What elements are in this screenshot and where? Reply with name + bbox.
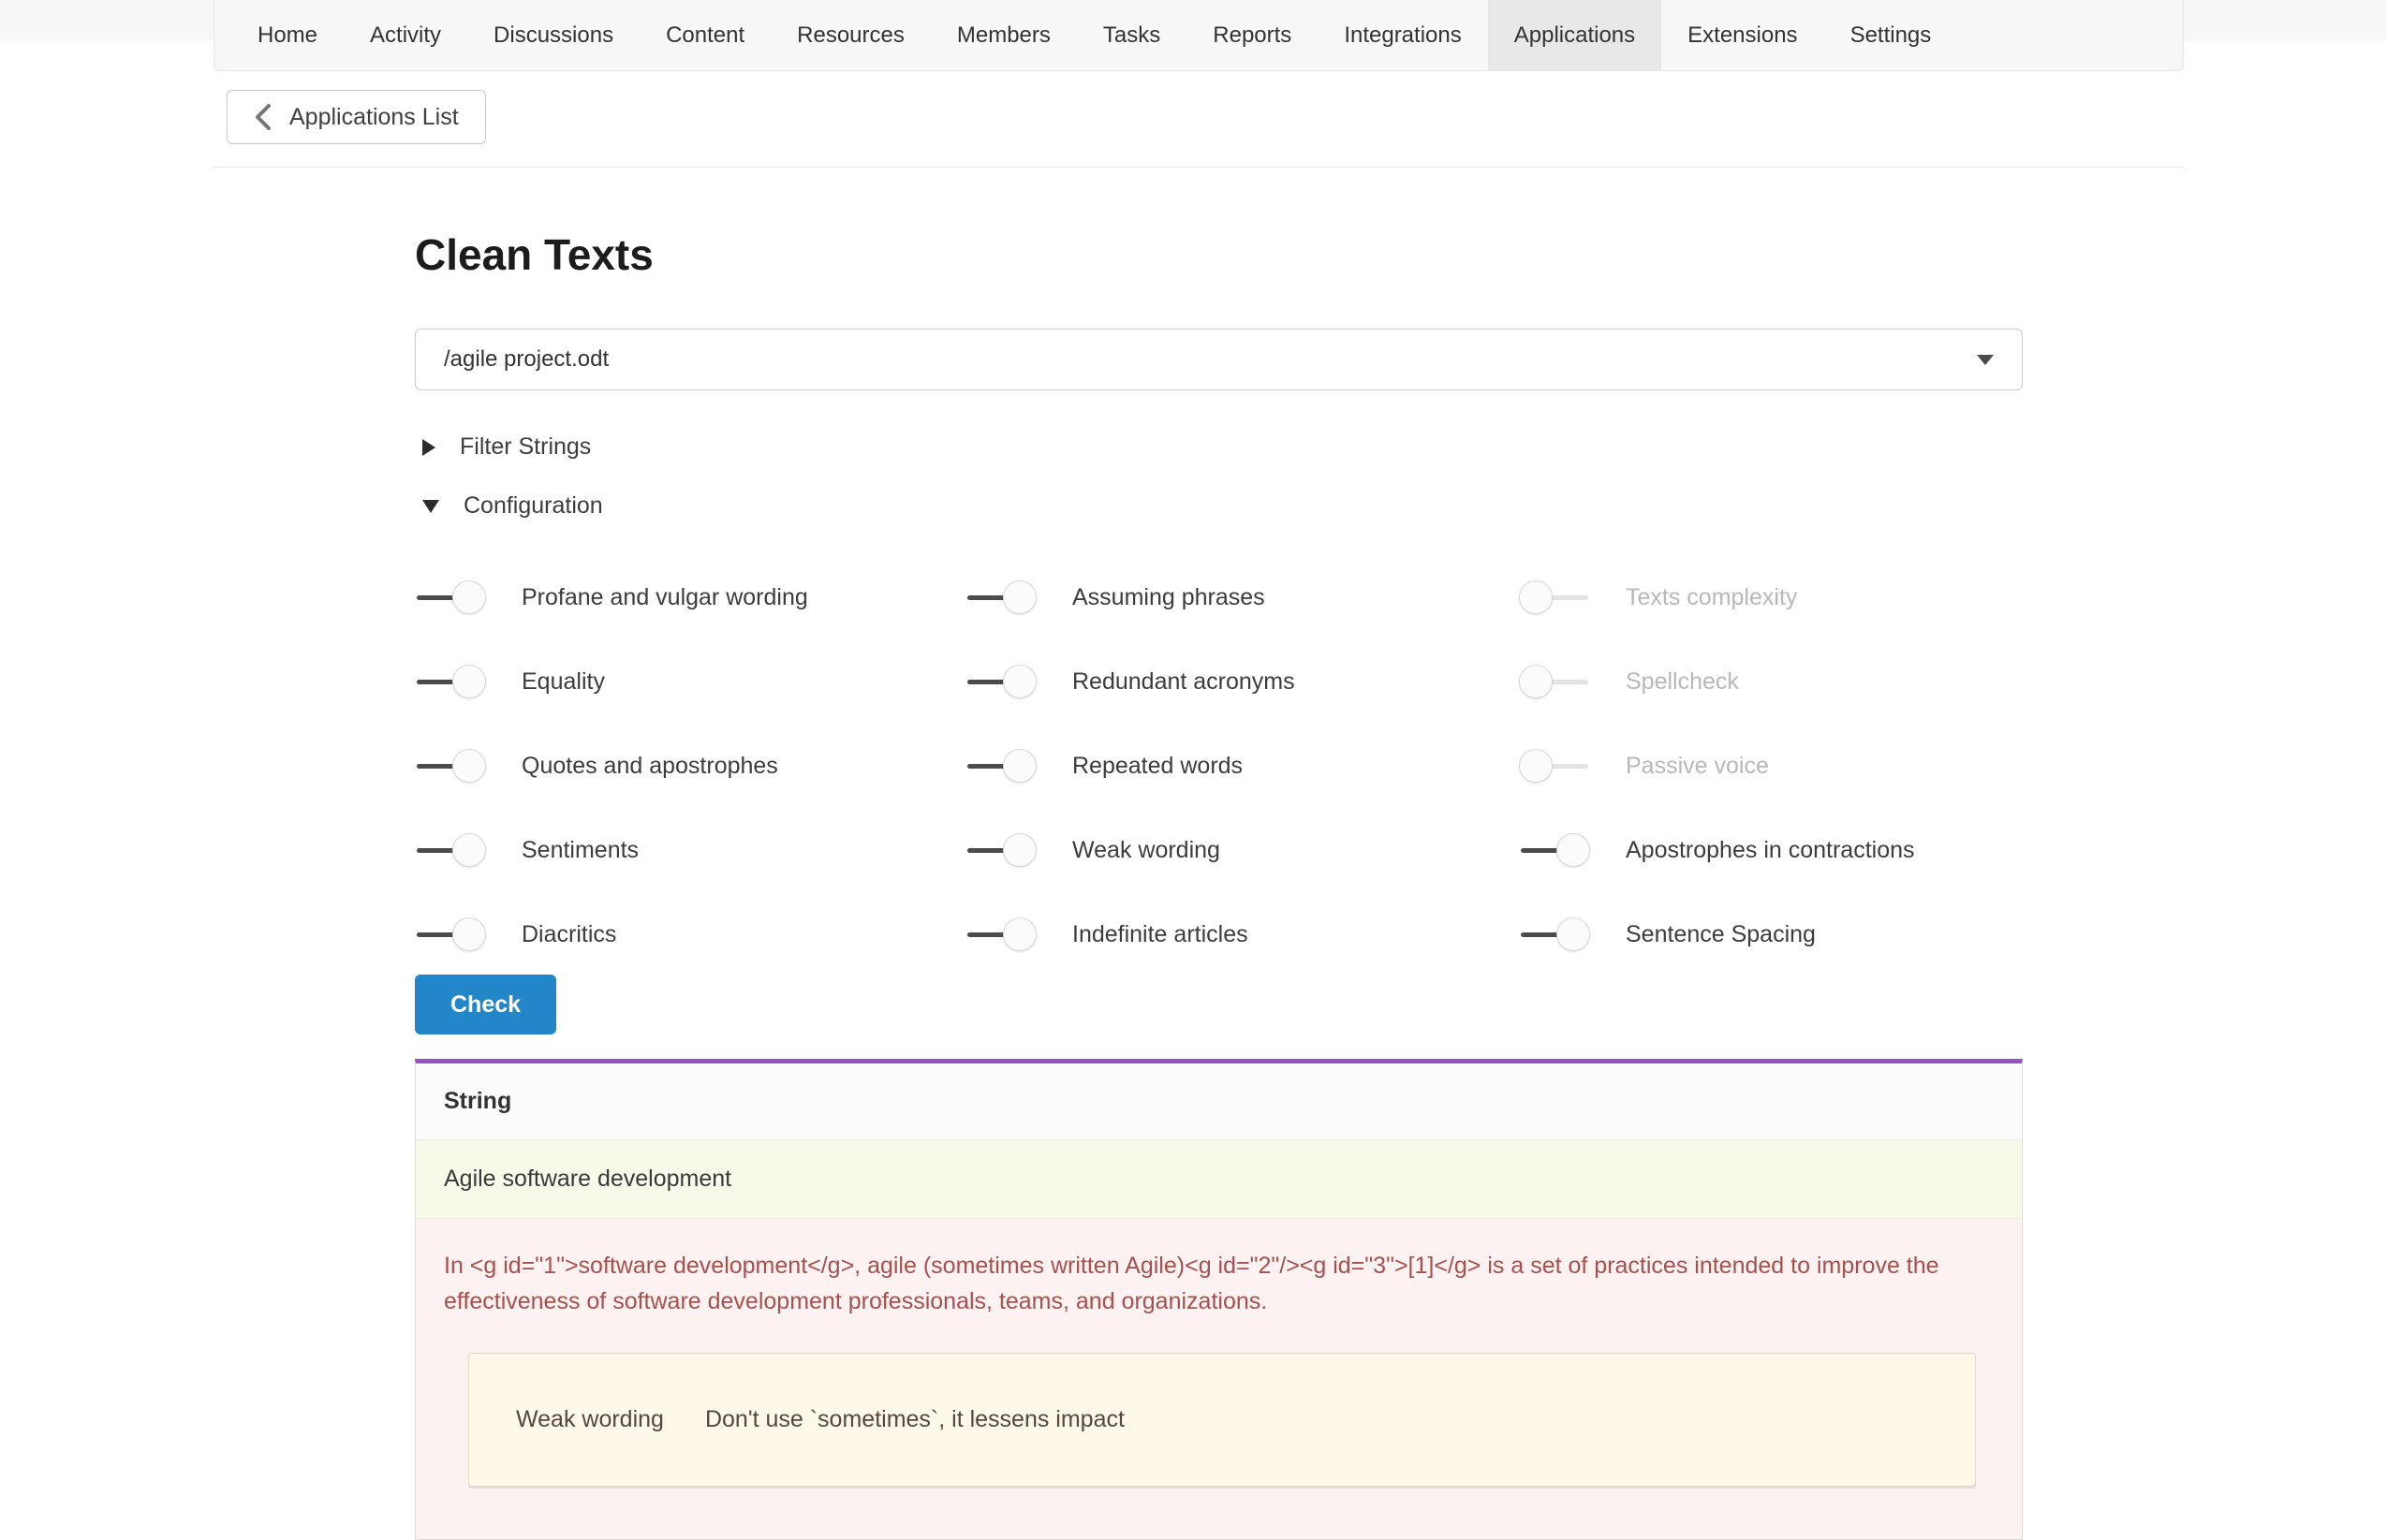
toggle-switch-sentiments[interactable] bbox=[415, 832, 486, 868]
check-button[interactable]: Check bbox=[415, 975, 556, 1034]
toggle-item-repeated-words: Repeated words bbox=[965, 748, 1519, 784]
toggle-label: Diacritics bbox=[522, 921, 616, 948]
toggle-item-assuming-phrases: Assuming phrases bbox=[965, 579, 1519, 615]
toggle-switch-equality[interactable] bbox=[415, 664, 486, 699]
nav-tab-members[interactable]: Members bbox=[931, 0, 1077, 70]
file-select[interactable]: /agile project.odt bbox=[415, 329, 2023, 390]
toggle-switch-spellcheck[interactable] bbox=[1519, 664, 1590, 699]
triangle-down-icon bbox=[422, 500, 439, 513]
toggle-switch-passive-voice[interactable] bbox=[1519, 748, 1590, 784]
toggle-item-sentence-spacing: Sentence Spacing bbox=[1519, 917, 2023, 952]
toggle-switch-profane-and-vulgar-wording[interactable] bbox=[415, 579, 486, 615]
toggle-switch-assuming-phrases[interactable] bbox=[965, 579, 1037, 615]
nav-tab-home[interactable]: Home bbox=[231, 0, 344, 70]
nav-tab-applications[interactable]: Applications bbox=[1488, 0, 1661, 70]
toggle-item-texts-complexity: Texts complexity bbox=[1519, 579, 2023, 615]
switch-knob bbox=[1519, 665, 1553, 698]
file-select-value: /agile project.odt bbox=[444, 346, 609, 373]
toggle-switch-quotes-and-apostrophes[interactable] bbox=[415, 748, 486, 784]
results-header: String bbox=[416, 1063, 2022, 1140]
content-area: Clean Texts /agile project.odt Filter St… bbox=[214, 168, 2023, 1540]
toggle-item-indefinite-articles: Indefinite articles bbox=[965, 917, 1519, 952]
toggle-label: Quotes and apostrophes bbox=[522, 753, 778, 780]
nav-tab-extensions[interactable]: Extensions bbox=[1661, 0, 1823, 70]
configuration-section-toggle[interactable]: Configuration bbox=[422, 492, 2023, 520]
back-button-label: Applications List bbox=[289, 104, 459, 131]
nav-tab-content[interactable]: Content bbox=[640, 0, 771, 70]
warning-type: Weak wording bbox=[516, 1406, 664, 1433]
switch-knob bbox=[1003, 833, 1037, 867]
toggle-label: Passive voice bbox=[1626, 753, 1769, 780]
toggle-switch-indefinite-articles[interactable] bbox=[965, 917, 1037, 952]
nav-tab-reports[interactable]: Reports bbox=[1186, 0, 1318, 70]
toggle-label: Profane and vulgar wording bbox=[522, 584, 808, 611]
toggle-item-spellcheck: Spellcheck bbox=[1519, 664, 2023, 699]
toggle-item-quotes-and-apostrophes: Quotes and apostrophes bbox=[415, 748, 965, 784]
nav-tab-integrations[interactable]: Integrations bbox=[1318, 0, 1487, 70]
toggle-item-profane-and-vulgar-wording: Profane and vulgar wording bbox=[415, 579, 965, 615]
warning-text: Don't use `sometimes`, it lessens impact bbox=[705, 1406, 1125, 1433]
switch-knob bbox=[1003, 580, 1037, 614]
triangle-right-icon bbox=[422, 439, 435, 456]
switch-knob bbox=[452, 580, 486, 614]
switch-knob bbox=[1519, 580, 1553, 614]
toggle-label: Redundant acronyms bbox=[1072, 668, 1295, 696]
toggle-label: Equality bbox=[522, 668, 605, 696]
toggle-switch-diacritics[interactable] bbox=[415, 917, 486, 952]
message-section: In <g id="1">software development</g>, a… bbox=[416, 1219, 2022, 1539]
toggle-item-sentiments: Sentiments bbox=[415, 832, 965, 868]
toggle-switch-repeated-words[interactable] bbox=[965, 748, 1037, 784]
switch-knob bbox=[1556, 917, 1590, 951]
nav-tab-resources[interactable]: Resources bbox=[771, 0, 931, 70]
toggle-item-weak-wording: Weak wording bbox=[965, 832, 1519, 868]
switch-knob bbox=[1003, 917, 1037, 951]
toggle-label: Repeated words bbox=[1072, 753, 1243, 780]
caret-down-icon bbox=[1977, 355, 1994, 365]
nav-tab-tasks[interactable]: Tasks bbox=[1077, 0, 1186, 70]
toggle-item-apostrophes-in-contractions: Apostrophes in contractions bbox=[1519, 832, 2023, 868]
page-title: Clean Texts bbox=[415, 229, 2023, 280]
toggle-switch-weak-wording[interactable] bbox=[965, 832, 1037, 868]
nav-tab-settings[interactable]: Settings bbox=[1824, 0, 1958, 70]
string-message-text: In <g id="1">software development</g>, a… bbox=[444, 1249, 1970, 1319]
switch-knob bbox=[452, 665, 486, 698]
filter-strings-section-toggle[interactable]: Filter Strings bbox=[422, 433, 2023, 461]
toggle-switch-apostrophes-in-contractions[interactable] bbox=[1519, 832, 1590, 868]
switch-knob bbox=[1003, 665, 1037, 698]
chevron-left-icon bbox=[254, 103, 273, 131]
toggle-label: Assuming phrases bbox=[1072, 584, 1265, 611]
configuration-label: Configuration bbox=[464, 492, 603, 520]
toggle-item-equality: Equality bbox=[415, 664, 965, 699]
warning-box: Weak wording Don't use `sometimes`, it l… bbox=[468, 1353, 1976, 1487]
toggle-item-passive-voice: Passive voice bbox=[1519, 748, 2023, 784]
switch-knob bbox=[1003, 749, 1037, 783]
toggle-switch-texts-complexity[interactable] bbox=[1519, 579, 1590, 615]
toggle-item-diacritics: Diacritics bbox=[415, 917, 965, 952]
toggle-label: Indefinite articles bbox=[1072, 921, 1248, 948]
switch-knob bbox=[452, 833, 486, 867]
switch-knob bbox=[452, 917, 486, 951]
main-container: HomeActivityDiscussionsContentResourcesM… bbox=[214, 0, 2184, 1540]
toggle-label: Sentiments bbox=[522, 837, 639, 864]
toggle-grid: Profane and vulgar wording Assuming phras… bbox=[415, 579, 2023, 952]
toggle-label: Weak wording bbox=[1072, 837, 1220, 864]
nav-tab-discussions[interactable]: Discussions bbox=[467, 0, 640, 70]
switch-knob bbox=[1556, 833, 1590, 867]
results-panel: String Agile software development In <g … bbox=[415, 1059, 2023, 1540]
toggle-switch-redundant-acronyms[interactable] bbox=[965, 664, 1037, 699]
toggle-label: Texts complexity bbox=[1626, 584, 1797, 611]
top-nav: HomeActivityDiscussionsContentResourcesM… bbox=[214, 0, 2184, 71]
switch-knob bbox=[1519, 749, 1553, 783]
toggle-item-redundant-acronyms: Redundant acronyms bbox=[965, 664, 1519, 699]
toggle-switch-sentence-spacing[interactable] bbox=[1519, 917, 1590, 952]
string-row: Agile software development bbox=[416, 1140, 2022, 1219]
toggle-label: Spellcheck bbox=[1626, 668, 1739, 696]
applications-list-back-button[interactable]: Applications List bbox=[227, 90, 486, 144]
filter-strings-label: Filter Strings bbox=[460, 433, 591, 461]
toggle-label: Apostrophes in contractions bbox=[1626, 837, 1915, 864]
back-row: Applications List bbox=[214, 71, 2184, 168]
toggle-label: Sentence Spacing bbox=[1626, 921, 1816, 948]
nav-tab-activity[interactable]: Activity bbox=[344, 0, 467, 70]
switch-knob bbox=[452, 749, 486, 783]
